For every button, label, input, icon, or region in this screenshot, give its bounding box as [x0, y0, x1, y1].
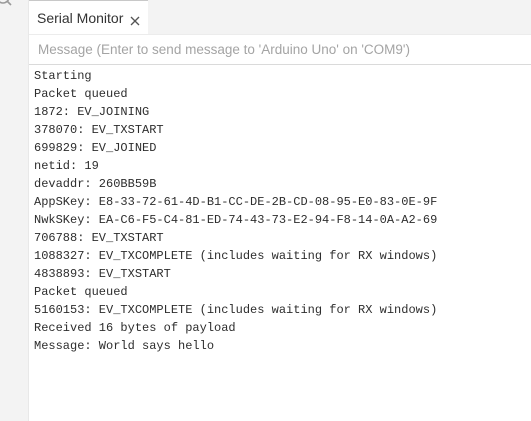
output-line: Packet queued — [34, 285, 128, 299]
output-line: Message: World says hello — [34, 339, 215, 353]
output-line: Received 16 bytes of payload — [34, 321, 236, 335]
output-line: 4838893: EV_TXSTART — [34, 267, 171, 281]
message-input[interactable] — [29, 35, 531, 64]
output-line: 1872: EV_JOINING — [34, 105, 150, 119]
search-icon[interactable] — [0, 0, 16, 8]
output-line: 1088327: EV_TXCOMPLETE (includes waiting… — [34, 249, 438, 263]
output-line: NwkSKey: EA-C6-F5-C4-81-ED-74-43-73-E2-9… — [34, 213, 438, 227]
output-line: 706788: EV_TXSTART — [34, 231, 164, 245]
serial-output: Starting Packet queued 1872: EV_JOINING 378… — [34, 67, 529, 355]
output-line: 699829: EV_JOINED — [34, 141, 157, 155]
output-line: 378070: EV_TXSTART — [34, 123, 164, 137]
output-line: 5160153: EV_TXCOMPLETE (includes waiting… — [34, 303, 438, 317]
tab-serial-monitor[interactable]: Serial Monitor — [29, 0, 148, 34]
output-line: devaddr: 260BB59B — [34, 177, 157, 191]
panel-tab-bar: Serial Monitor — [29, 0, 531, 34]
output-line: AppSKey: E8-33-72-61-4D-B1-CC-DE-2B-CD-0… — [34, 195, 438, 209]
output-line: Packet queued — [34, 87, 128, 101]
close-icon[interactable] — [130, 13, 140, 25]
tab-serial-monitor-label: Serial Monitor — [37, 9, 124, 26]
activity-bar — [0, 0, 29, 421]
output-line: Starting — [34, 69, 92, 83]
message-bar — [29, 34, 531, 65]
output-line: netid: 19 — [34, 159, 99, 173]
